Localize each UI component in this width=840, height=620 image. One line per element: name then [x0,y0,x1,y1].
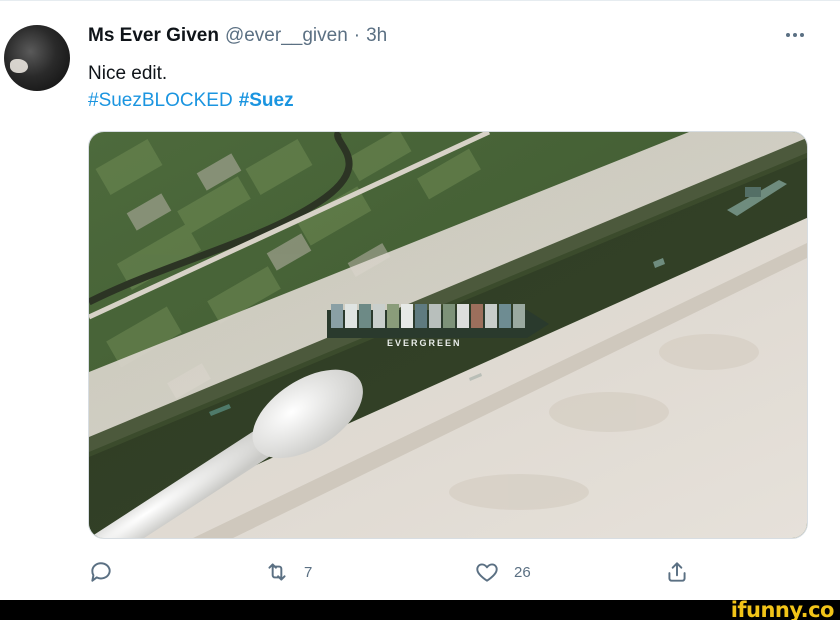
footer-bar [0,600,840,620]
separator: · [353,25,361,46]
retweet-icon [268,563,286,581]
share-button[interactable] [664,557,690,587]
tweet-header: Ms Ever Given @ever__given · 3h [88,25,387,51]
hashtag-suez[interactable]: #Suez [239,88,294,114]
user-handle[interactable]: @ever__given [225,25,348,47]
reply-button[interactable] [88,557,114,587]
tweet-text: Nice edit. [88,63,168,84]
display-name[interactable]: Ms Ever Given [88,25,219,47]
hashtag-list: #SuezBLOCKED #Suez [88,88,294,114]
like-count: 26 [514,563,531,581]
ship-hull-label: EVERGREEN [387,338,462,348]
tweet-card[interactable]: Ms Ever Given @ever__given · 3h Nice edi… [0,0,840,600]
reply-icon [91,562,111,582]
tweet-actions: 7 26 [88,557,808,587]
like-button[interactable]: 26 [474,557,531,587]
tweet-media-image[interactable]: EVERGREEN [88,131,808,539]
heart-icon [476,563,498,582]
ifunny-watermark: ifunny.co [730,598,835,620]
retweet-count: 7 [304,563,313,581]
hashtag-suezblocked[interactable]: #SuezBLOCKED [88,88,233,114]
timestamp[interactable]: 3h [366,25,387,47]
share-icon [668,562,686,582]
avatar[interactable] [4,25,70,91]
more-horizontal-icon[interactable] [782,25,808,45]
retweet-button[interactable]: 7 [264,557,312,587]
